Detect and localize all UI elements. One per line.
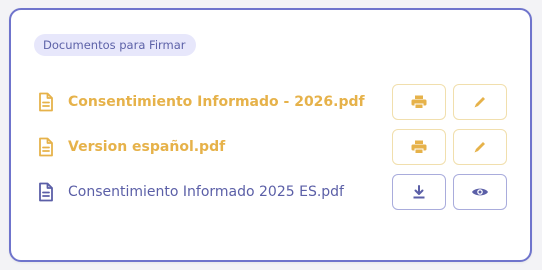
sign-button[interactable]: [453, 84, 507, 120]
document-row: Consentimiento Informado - 2026.pdf: [37, 84, 507, 120]
document-row: Version español.pdf: [37, 129, 507, 165]
print-button[interactable]: [392, 129, 446, 165]
print-icon: [411, 95, 427, 109]
print-icon: [411, 140, 427, 154]
document-name-link[interactable]: Consentimiento Informado 2025 ES.pdf: [68, 174, 344, 210]
section-badge: Documentos para Firmar: [34, 34, 196, 56]
eye-icon: [471, 186, 489, 198]
sign-pen-icon: [473, 140, 487, 154]
documents-card: Documentos para Firmar Consentimiento In…: [9, 8, 532, 262]
document-name-link[interactable]: Version español.pdf: [68, 129, 225, 165]
document-row: Consentimiento Informado 2025 ES.pdf: [37, 174, 507, 210]
download-icon: [412, 185, 426, 199]
file-document-icon: [37, 137, 55, 157]
document-name-link[interactable]: Consentimiento Informado - 2026.pdf: [68, 84, 365, 120]
sign-button[interactable]: [453, 129, 507, 165]
view-button[interactable]: [453, 174, 507, 210]
download-button[interactable]: [392, 174, 446, 210]
file-document-icon: [37, 92, 55, 112]
sign-pen-icon: [473, 95, 487, 109]
print-button[interactable]: [392, 84, 446, 120]
file-document-icon: [37, 182, 55, 202]
